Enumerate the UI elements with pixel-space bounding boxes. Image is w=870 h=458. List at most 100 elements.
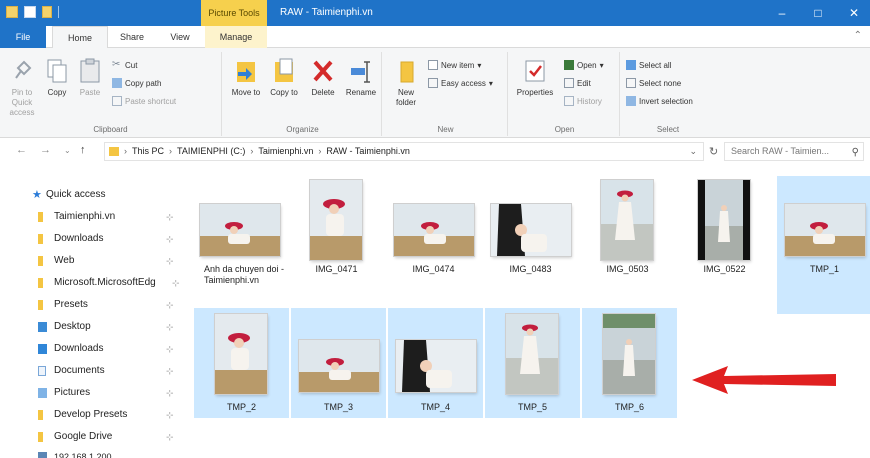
select-all-label: Select all [639, 60, 672, 70]
file-tile[interactable]: TMP_1 [777, 176, 870, 314]
pin-icon: ⊹ [166, 300, 174, 310]
nav-item[interactable]: Google Drive ⊹ [0, 426, 190, 448]
open-button[interactable]: Open ▾ [564, 60, 604, 70]
pin-icon: ⊹ [166, 212, 174, 222]
open-label: Open [577, 60, 597, 70]
invert-selection-button[interactable]: Invert selection [626, 96, 693, 106]
file-tile[interactable]: Anh da chuyen doi - Taimienphi.vn [192, 176, 287, 314]
close-button[interactable]: ✕ [832, 0, 870, 26]
refresh-icon[interactable]: ↻ [709, 145, 718, 158]
file-tile[interactable]: TMP_5 [485, 308, 580, 418]
file-tile[interactable]: IMG_0474 [386, 176, 481, 314]
forward-arrow-icon[interactable]: → [40, 144, 51, 156]
properties-icon [523, 58, 547, 84]
nav-item[interactable]: 192.168.1.200 [0, 446, 190, 458]
open-group: Properties Open ▾ Edit History Open [510, 52, 620, 136]
breadcrumb-drive[interactable]: TAIMIENPHI (C:) [177, 143, 245, 160]
nav-quick-access[interactable]: ★ Quick access [0, 184, 190, 206]
recent-locations-chevron-icon[interactable]: ⌄ [64, 146, 71, 155]
tab-share[interactable]: Share [110, 26, 154, 48]
tab-home[interactable]: Home [52, 26, 108, 48]
nav-item[interactable]: Downloads ⊹ [0, 228, 190, 250]
pin-icon: ⊹ [166, 322, 174, 332]
search-input[interactable]: Search RAW - Taimien... ⚲ [724, 142, 864, 161]
new-folder-qat-icon[interactable] [24, 6, 36, 18]
organize-group: Move to Copy to Delete Rename Organize [224, 52, 382, 136]
pin-icon: ⊹ [166, 234, 174, 244]
nav-item[interactable]: Documents ⊹ [0, 360, 190, 382]
nav-label: Taimienphi.vn [54, 211, 116, 222]
collapse-ribbon-icon[interactable]: ⌃ [854, 30, 862, 41]
new-item-button[interactable]: New item ▾ [428, 60, 481, 70]
tab-file[interactable]: File [0, 26, 46, 48]
file-tile[interactable]: IMG_0503 [580, 176, 675, 314]
pin-icon: ⊹ [172, 278, 180, 288]
file-tile[interactable]: TMP_4 [388, 308, 483, 418]
nav-item[interactable]: Microsoft.MicrosoftEdg ⊹ [0, 272, 190, 294]
file-tile[interactable]: IMG_0483 [483, 176, 578, 314]
paste-shortcut-icon [112, 96, 122, 106]
file-tile[interactable]: TMP_3 [291, 308, 386, 418]
properties-button[interactable]: Properties [512, 54, 558, 98]
properties-qat-icon[interactable] [6, 6, 18, 18]
pin-quick-access-button[interactable]: Pin to Quick access [4, 54, 40, 118]
nav-item[interactable]: Develop Presets ⊹ [0, 404, 190, 426]
file-tile[interactable]: TMP_2 [194, 308, 289, 418]
address-bar[interactable]: › This PC › TAIMIENPHI (C:) › Taimienphi… [104, 142, 704, 161]
paste-shortcut-button[interactable]: Paste shortcut [112, 96, 176, 106]
image-thumbnail [506, 314, 558, 394]
image-thumbnail [603, 314, 655, 394]
new-folder-icon [394, 58, 418, 84]
copy-to-button[interactable]: Copy to [266, 54, 302, 98]
rename-button[interactable]: Rename [342, 54, 380, 98]
new-folder-button[interactable]: New folder [388, 54, 424, 108]
back-arrow-icon[interactable]: ← [16, 144, 27, 156]
file-tile[interactable]: IMG_0522 [677, 176, 772, 314]
address-dropdown-icon[interactable]: ⌄ [689, 143, 697, 160]
file-name: TMP_4 [420, 402, 450, 412]
nav-item[interactable]: Downloads ⊹ [0, 338, 190, 360]
nav-label: Presets [54, 299, 88, 310]
nav-item[interactable]: Presets ⊹ [0, 294, 190, 316]
downloads-icon [38, 344, 47, 354]
folder-icon [38, 234, 43, 244]
tab-manage[interactable]: Manage [205, 26, 267, 48]
nav-item[interactable]: Taimienphi.vn ⊹ [0, 206, 190, 228]
file-tile[interactable]: IMG_0471 [289, 176, 384, 314]
cut-button[interactable]: ✂ Cut [112, 60, 137, 70]
breadcrumb-current[interactable]: RAW - Taimienphi.vn [326, 143, 410, 160]
up-arrow-icon[interactable]: ↑ [80, 144, 86, 156]
file-tile[interactable]: TMP_6 [582, 308, 677, 418]
breadcrumb-this-pc[interactable]: This PC [132, 143, 164, 160]
delete-button[interactable]: Delete [306, 54, 340, 98]
image-thumbnail [785, 204, 865, 256]
select-all-button[interactable]: Select all [626, 60, 671, 70]
easy-access-button[interactable]: Easy access ▾ [428, 78, 493, 88]
select-all-icon [626, 60, 636, 70]
title-bar: Picture Tools RAW - Taimienphi.vn – □ ✕ [0, 0, 870, 26]
copy-path-button[interactable]: Copy path [112, 78, 161, 88]
edit-button[interactable]: Edit [564, 78, 591, 88]
tab-view[interactable]: View [160, 26, 200, 48]
copy-icon [45, 58, 69, 84]
clipboard-group: Pin to Quick access Copy Paste ✂ Cut Cop… [0, 52, 222, 136]
window-title: RAW - Taimienphi.vn [280, 7, 373, 18]
nav-item[interactable]: Pictures ⊹ [0, 382, 190, 404]
paste-button[interactable]: Paste [74, 54, 106, 98]
nav-item[interactable]: Web ⊹ [0, 250, 190, 272]
easy-access-label: Easy access [441, 78, 486, 88]
network-icon [38, 452, 47, 458]
history-button[interactable]: History [564, 96, 602, 106]
nav-item[interactable]: Desktop ⊹ [0, 316, 190, 338]
copy-button[interactable]: Copy [42, 54, 72, 98]
folder-icon [38, 212, 43, 222]
move-to-button[interactable]: Move to [228, 54, 264, 98]
folder-qat-icon[interactable] [42, 6, 52, 18]
open-group-label: Open [554, 125, 575, 134]
nav-label: Google Drive [54, 431, 113, 442]
nav-label: Microsoft.MicrosoftEdg [54, 277, 156, 288]
copy-label: Copy [47, 88, 67, 97]
breadcrumb-folder[interactable]: Taimienphi.vn [258, 143, 313, 160]
select-none-button[interactable]: Select none [626, 78, 681, 88]
file-name: IMG_0483 [509, 264, 552, 274]
